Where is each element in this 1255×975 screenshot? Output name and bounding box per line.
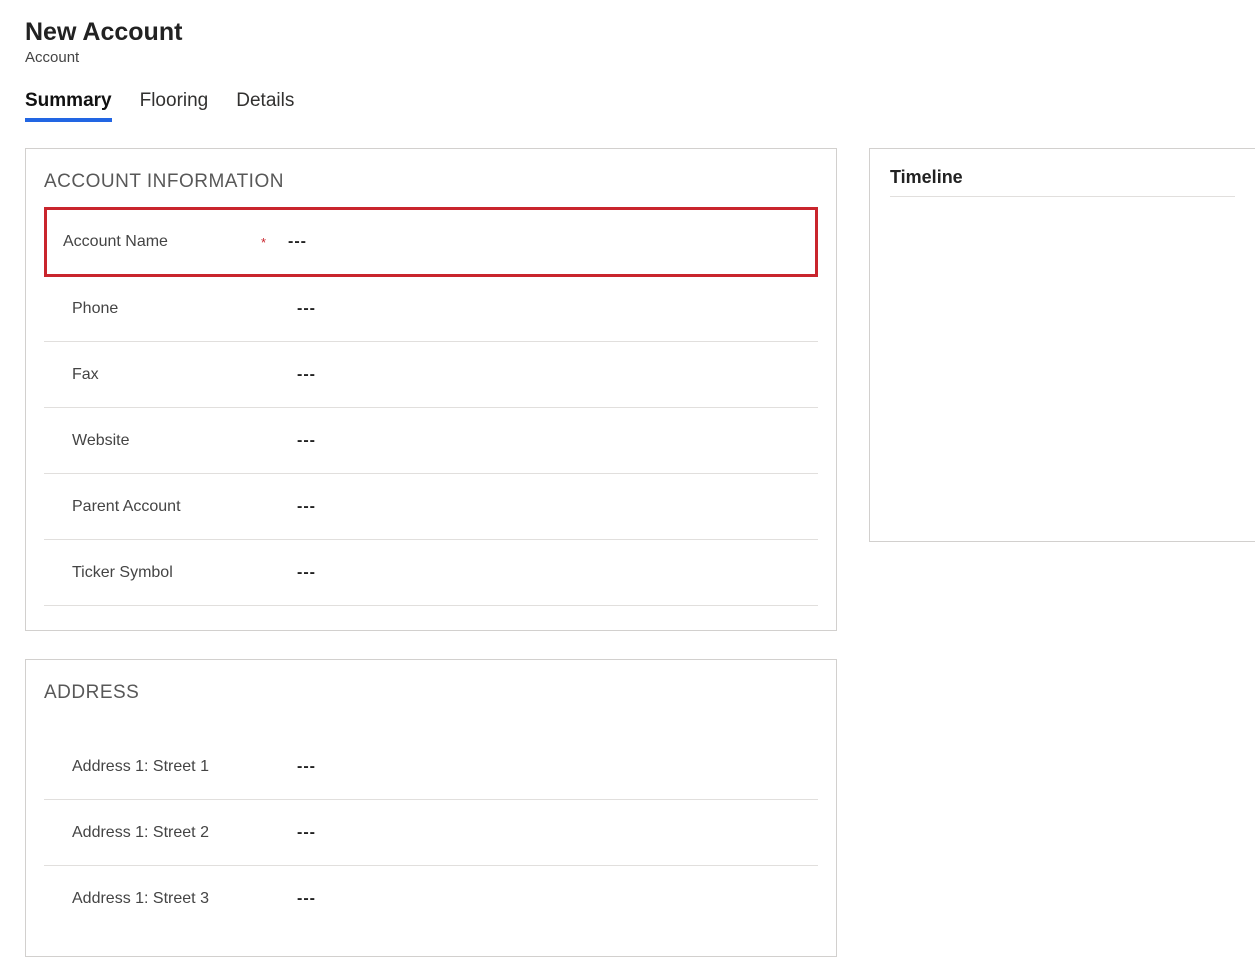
field-label: Address 1: Street 2: [72, 824, 209, 842]
field-label: Ticker Symbol: [72, 564, 173, 582]
tab-flooring[interactable]: Flooring: [140, 90, 209, 122]
page-subtitle: Account: [25, 49, 1255, 66]
field-label-wrap: Ticker Symbol: [72, 564, 297, 582]
field-label-wrap: Parent Account: [72, 498, 297, 516]
address-card: ADDRESS Address 1: Street 1 --- Address …: [25, 659, 837, 957]
field-label-wrap: Phone: [72, 300, 297, 318]
field-value[interactable]: ---: [297, 824, 316, 842]
field-label: Parent Account: [72, 498, 181, 516]
tab-details[interactable]: Details: [236, 90, 294, 122]
field-label-wrap: Website: [72, 432, 297, 450]
field-address-street-3[interactable]: Address 1: Street 3 ---: [44, 866, 818, 932]
field-value[interactable]: ---: [297, 564, 316, 582]
field-value[interactable]: ---: [297, 758, 316, 776]
field-label: Phone: [72, 300, 118, 318]
spacer: [44, 718, 818, 734]
required-marker-icon: *: [261, 235, 266, 250]
field-label: Website: [72, 432, 130, 450]
field-label-wrap: Account Name *: [63, 233, 288, 251]
field-value[interactable]: ---: [297, 498, 316, 516]
field-value[interactable]: ---: [297, 366, 316, 384]
timeline-title: Timeline: [890, 167, 1235, 197]
field-address-street-2[interactable]: Address 1: Street 2 ---: [44, 800, 818, 866]
field-label-wrap: Fax: [72, 366, 297, 384]
field-label: Address 1: Street 1: [72, 758, 209, 776]
field-label-wrap: Address 1: Street 3: [72, 890, 297, 908]
field-label: Fax: [72, 366, 99, 384]
field-fax[interactable]: Fax ---: [44, 342, 818, 408]
field-address-street-1[interactable]: Address 1: Street 1 ---: [44, 734, 818, 800]
right-column: Timeline: [869, 148, 1255, 542]
section-title-account-info: ACCOUNT INFORMATION: [44, 171, 818, 193]
field-parent-account[interactable]: Parent Account ---: [44, 474, 818, 540]
page-header: New Account Account: [25, 18, 1255, 66]
field-label-wrap: Address 1: Street 2: [72, 824, 297, 842]
field-label-wrap: Address 1: Street 1: [72, 758, 297, 776]
field-ticker-symbol[interactable]: Ticker Symbol ---: [44, 540, 818, 606]
field-account-name[interactable]: Account Name * ---: [44, 207, 818, 277]
field-value[interactable]: ---: [297, 432, 316, 450]
content-row: ACCOUNT INFORMATION Account Name * --- P…: [25, 148, 1255, 957]
left-column: ACCOUNT INFORMATION Account Name * --- P…: [25, 148, 837, 957]
field-label: Address 1: Street 3: [72, 890, 209, 908]
tabs: Summary Flooring Details: [25, 90, 1255, 122]
field-value[interactable]: ---: [297, 300, 316, 318]
field-value[interactable]: ---: [288, 233, 307, 251]
field-website[interactable]: Website ---: [44, 408, 818, 474]
section-title-address: ADDRESS: [44, 682, 818, 704]
field-phone[interactable]: Phone ---: [44, 276, 818, 342]
page-title: New Account: [25, 18, 1255, 47]
timeline-card: Timeline: [869, 148, 1255, 542]
field-value[interactable]: ---: [297, 890, 316, 908]
field-label: Account Name: [63, 233, 168, 251]
tab-summary[interactable]: Summary: [25, 90, 112, 122]
account-information-card: ACCOUNT INFORMATION Account Name * --- P…: [25, 148, 837, 631]
